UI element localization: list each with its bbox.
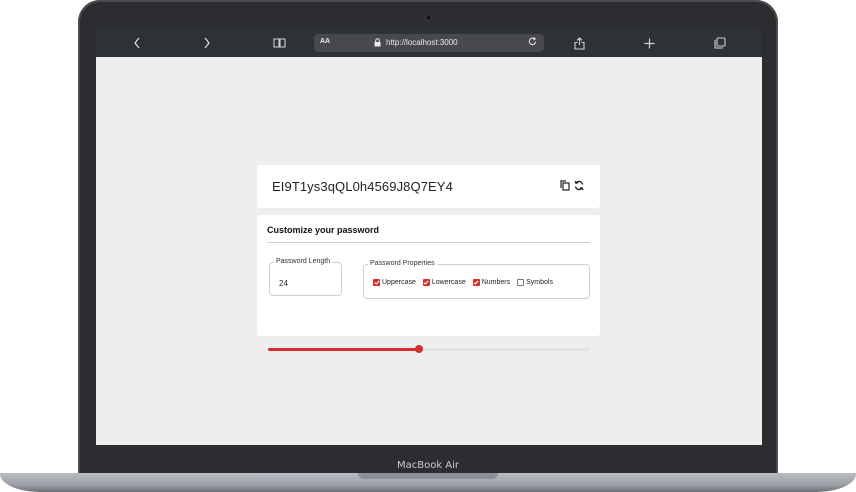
lock-icon bbox=[374, 38, 381, 47]
divider bbox=[267, 242, 590, 243]
numbers-checkbox[interactable] bbox=[472, 279, 480, 286]
tabs-icon[interactable] bbox=[711, 34, 729, 52]
numbers-option[interactable]: Numbers bbox=[472, 279, 511, 286]
camera-dot bbox=[426, 15, 431, 20]
reload-icon[interactable] bbox=[527, 36, 538, 50]
symbols-label: Symbols bbox=[526, 279, 553, 286]
laptop-notch bbox=[358, 473, 498, 479]
url-text: http://localhost:3000 bbox=[386, 38, 458, 47]
password-length-label: Password Length bbox=[274, 258, 333, 265]
password-card: EI9T1ys3qQL0h4569J8Q7EY4 bbox=[257, 165, 600, 208]
length-slider[interactable] bbox=[268, 345, 590, 353]
uppercase-label: Uppercase bbox=[382, 279, 416, 286]
book-icon[interactable] bbox=[270, 34, 288, 52]
symbols-checkbox[interactable] bbox=[517, 279, 525, 286]
reader-size-button[interactable]: AA bbox=[320, 38, 330, 45]
password-properties-group: Password Properties Uppercase Lowercase bbox=[363, 260, 590, 299]
slider-thumb[interactable] bbox=[415, 345, 424, 353]
address-bar[interactable]: AA http://localhost:3000 bbox=[314, 34, 544, 52]
uppercase-checkbox[interactable] bbox=[373, 279, 380, 286]
password-length-input[interactable] bbox=[279, 278, 329, 288]
browser-screen: AA http://localhost:3000 EI9T1ys3qQL0h45… bbox=[96, 29, 762, 445]
customize-card: Customize your password Password Length … bbox=[257, 215, 600, 353]
new-tab-icon[interactable] bbox=[640, 34, 658, 52]
share-icon[interactable] bbox=[570, 34, 588, 52]
symbols-option[interactable]: Symbols bbox=[517, 279, 553, 286]
password-properties-label: Password Properties bbox=[368, 260, 437, 267]
lowercase-label: Lowercase bbox=[431, 279, 466, 286]
password-length-field: Password Length bbox=[269, 258, 342, 296]
uppercase-option[interactable]: Uppercase bbox=[373, 279, 416, 286]
numbers-label: Numbers bbox=[481, 279, 511, 286]
generated-password: EI9T1ys3qQL0h4569J8Q7EY4 bbox=[272, 179, 453, 194]
device-label: MacBook Air bbox=[396, 460, 460, 471]
lowercase-option[interactable]: Lowercase bbox=[422, 279, 466, 286]
lowercase-checkbox[interactable] bbox=[422, 279, 430, 286]
customize-title: Customize your password bbox=[267, 225, 380, 235]
refresh-icon[interactable] bbox=[574, 179, 584, 191]
back-icon[interactable] bbox=[128, 34, 146, 52]
browser-toolbar: AA http://localhost:3000 bbox=[96, 29, 762, 57]
forward-icon[interactable] bbox=[198, 34, 216, 52]
copy-icon[interactable] bbox=[560, 179, 570, 191]
slider-fill bbox=[268, 348, 420, 351]
